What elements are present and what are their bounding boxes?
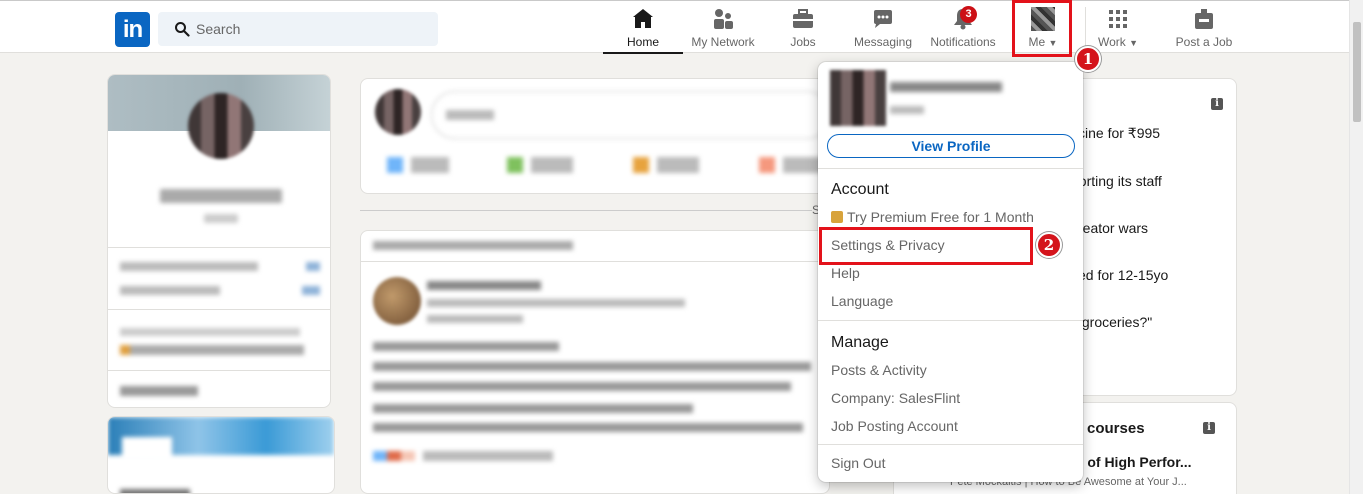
ad-banner-logo — [122, 437, 172, 461]
nav-jobs-label: Jobs — [790, 35, 816, 49]
message-icon — [874, 10, 892, 28]
nav-home[interactable]: Home — [603, 7, 683, 54]
divider — [108, 309, 330, 310]
info-icon[interactable]: i — [1211, 98, 1223, 110]
info-icon[interactable]: i — [1203, 422, 1215, 434]
nav-work-label: Work — [1097, 35, 1126, 49]
photo-action[interactable] — [387, 157, 449, 173]
write-article-action[interactable] — [759, 157, 825, 173]
help-link[interactable]: Help — [831, 265, 860, 281]
nav-notifications-label: Notifications — [930, 35, 996, 49]
divider — [818, 168, 1083, 169]
search-icon — [175, 22, 190, 37]
account-section-title: Account — [831, 181, 889, 198]
profile-stat-blurred[interactable] — [120, 286, 220, 295]
posts-activity-link[interactable]: Posts & Activity — [831, 362, 927, 378]
news-item-headline[interactable]: ved for 12-15yo — [1071, 267, 1168, 283]
chevron-down-icon: ▼ — [1129, 38, 1139, 48]
nav-messaging-label: Messaging — [853, 35, 913, 49]
nav-post-job-label: Post a Job — [1175, 35, 1233, 49]
linkedin-logo[interactable]: in — [115, 12, 150, 47]
post-author-avatar[interactable] — [373, 277, 421, 325]
sign-out-link[interactable]: Sign Out — [831, 455, 885, 471]
divider — [818, 320, 1083, 321]
post-timestamp — [427, 315, 523, 323]
job-post-icon — [1195, 9, 1213, 29]
annotation-highlight-me — [1012, 0, 1072, 57]
grid-icon — [1109, 10, 1127, 28]
post-body-line — [373, 404, 693, 413]
nav-post-job[interactable]: Post a Job — [1172, 7, 1236, 53]
page-scrollbar[interactable] — [1349, 0, 1363, 494]
home-icon — [633, 9, 653, 28]
start-post-input[interactable] — [431, 91, 829, 139]
post-body-line — [373, 423, 803, 432]
nav-jobs[interactable]: Jobs — [777, 7, 829, 53]
post-context-blurred — [373, 241, 573, 250]
language-link[interactable]: Language — [831, 293, 893, 309]
profile-name-blurred — [160, 189, 282, 203]
annotation-step-2: 2 — [1036, 232, 1062, 258]
profile-stat-blurred[interactable] — [120, 262, 258, 271]
premium-link[interactable]: Try Premium Free for 1 Month — [831, 209, 1034, 225]
news-item-headline[interactable]: ccine for ₹995 — [1071, 125, 1160, 142]
nav-work[interactable]: Work ▼ — [1085, 7, 1150, 53]
premium-promo-blurred — [120, 328, 300, 336]
search-box[interactable] — [158, 12, 438, 46]
premium-promo-link-blurred[interactable] — [120, 345, 304, 355]
dropdown-avatar — [830, 70, 886, 126]
view-profile-button[interactable]: View Profile — [827, 134, 1075, 158]
post-body-line — [373, 362, 811, 371]
nav-my-network-label: My Network — [691, 35, 755, 49]
news-item-headline[interactable]: porting its staff — [1071, 173, 1162, 189]
profile-avatar[interactable] — [188, 93, 254, 159]
annotation-step-1: 1 — [1075, 46, 1101, 72]
nav-home-label: Home — [626, 35, 659, 49]
ad-banner-card — [107, 416, 335, 494]
post-author-headline — [427, 299, 685, 307]
post-body-line — [373, 342, 559, 351]
divider — [108, 247, 330, 248]
post-reactions[interactable] — [373, 451, 553, 461]
people-icon — [714, 9, 733, 29]
share-avatar — [375, 89, 421, 135]
news-item-headline[interactable]: y groceries?" — [1071, 314, 1152, 330]
share-box — [360, 78, 830, 194]
nav-notifications[interactable]: 3 Notifications — [926, 6, 1000, 53]
event-action[interactable] — [633, 157, 699, 173]
me-dropdown-menu: View Profile Account Try Premium Free fo… — [818, 62, 1083, 482]
profile-headline-blurred — [204, 214, 238, 223]
profile-card — [107, 74, 331, 408]
company-page-link[interactable]: Company: SalesFlint — [831, 390, 960, 406]
sort-divider — [360, 210, 812, 211]
post-body-line — [373, 382, 791, 391]
dropdown-name-blurred — [890, 82, 1002, 92]
nav-messaging[interactable]: Messaging — [850, 7, 916, 53]
premium-icon — [831, 211, 843, 223]
ad-banner-title — [120, 489, 190, 493]
dropdown-headline-blurred — [890, 106, 924, 114]
course-title[interactable]: ts of High Perfor... — [1071, 454, 1192, 470]
top-nav-bar: in Home My Network Jobs Messaging — [0, 0, 1363, 54]
divider — [108, 370, 330, 371]
my-items-blurred[interactable] — [120, 386, 198, 396]
manage-section-title: Manage — [831, 334, 889, 351]
notification-count-badge: 3 — [960, 6, 977, 23]
premium-label: Try Premium Free for 1 Month — [847, 209, 1034, 225]
courses-title: courses — [1087, 420, 1145, 437]
scrollbar-thumb[interactable] — [1353, 22, 1361, 122]
profile-stat-value-blurred — [306, 262, 320, 271]
job-posting-account-link[interactable]: Job Posting Account — [831, 418, 958, 434]
post-author-name[interactable] — [427, 281, 541, 290]
search-input[interactable] — [196, 12, 426, 46]
feed-post-card — [360, 230, 830, 494]
briefcase-icon — [793, 9, 813, 28]
divider — [818, 444, 1083, 445]
profile-stat-value-blurred — [302, 286, 320, 295]
annotation-highlight-settings — [819, 227, 1033, 265]
nav-my-network[interactable]: My Network — [688, 7, 758, 53]
video-action[interactable] — [507, 157, 573, 173]
